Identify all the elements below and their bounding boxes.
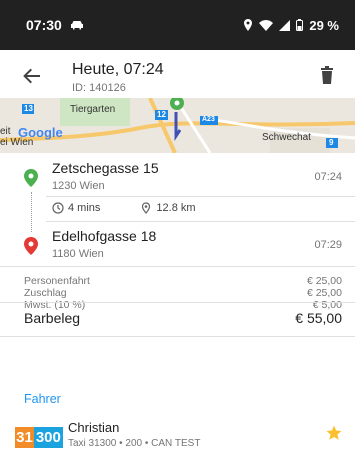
divider [0, 266, 355, 267]
map-badge-a23: A23 [202, 116, 215, 123]
google-logo: Google [18, 125, 63, 140]
route-map[interactable]: 13 12 A23 9 Tiergarten Schwechat eit ei … [0, 98, 355, 153]
price-label: Personenfahrt [24, 275, 90, 287]
trash-icon[interactable] [319, 66, 335, 84]
price-value: € 25,00 [306, 275, 342, 287]
price-row: Zuschlag € 25,00 [24, 287, 342, 299]
car-icon [70, 21, 83, 30]
map-label-schwechat: Schwechat [262, 132, 311, 143]
map-badge-12: 12 [157, 110, 166, 119]
trip-distance: 12.8 km [156, 202, 196, 214]
pickup-pin-icon [24, 169, 38, 187]
back-arrow-icon[interactable] [22, 66, 42, 86]
page-title: Heute, 07:24 [72, 61, 164, 78]
status-time: 07:30 [26, 17, 62, 33]
map-badge-9: 9 [329, 138, 334, 147]
taxi-logo: 31 300 [15, 423, 63, 451]
price-label: Zuschlag [24, 287, 67, 299]
divider [0, 302, 355, 303]
driver-section-title: Fahrer [24, 392, 61, 406]
trip-meta: 4 mins 12.8 km [52, 202, 196, 214]
battery-percent: 29 % [309, 17, 339, 33]
driver-details: Taxi 31300 • 200 • CAN TEST [68, 438, 201, 449]
price-row: Personenfahrt € 25,00 [24, 275, 342, 287]
price-value: € 25,00 [306, 287, 342, 299]
divider [0, 336, 355, 337]
dropoff-time: 07:29 [314, 239, 342, 251]
driver-card[interactable]: 31 300 Christian Taxi 31300 • 200 • CAN T… [0, 414, 355, 459]
status-bar: 07:30 29 % [0, 0, 355, 50]
ride-id: ID: 140126 [72, 82, 126, 94]
driver-name: Christian [68, 420, 120, 435]
pickup-city: 1230 Wien [52, 180, 105, 192]
app-header: Heute, 07:24 ID: 140126 [0, 50, 355, 98]
dropoff-city: 1180 Wien [52, 248, 104, 260]
location-icon [244, 19, 253, 31]
taxi-logo-part1: 31 [15, 426, 34, 448]
total-label: Barbeleg [24, 310, 81, 326]
clock-icon [52, 202, 64, 214]
wifi-icon [259, 19, 274, 31]
map-badge-13: 13 [24, 104, 33, 113]
pickup-time: 07:24 [314, 171, 342, 183]
pickup-stop[interactable]: Zetschegasse 15 1230 Wien 07:24 [0, 160, 355, 194]
dropoff-pin-icon [24, 237, 38, 255]
divider [46, 196, 355, 197]
dropoff-address: Edelhofgasse 18 [52, 228, 157, 244]
total-value: € 55,00 [295, 310, 342, 326]
map-label-eit: eit [0, 126, 11, 137]
distance-icon [142, 202, 151, 214]
pickup-address: Zetschegasse 15 [52, 160, 159, 176]
trip-duration: 4 mins [68, 202, 101, 214]
price-breakdown: Personenfahrt € 25,00 Zuschlag € 25,00 M… [24, 275, 342, 311]
total-row: Barbeleg € 55,00 [24, 310, 342, 330]
dropoff-stop[interactable]: Edelhofgasse 18 1180 Wien 07:29 [0, 228, 355, 262]
battery-icon [296, 19, 304, 31]
divider [46, 221, 355, 222]
signal-icon [279, 19, 291, 31]
route-connector [31, 192, 32, 232]
star-icon[interactable] [325, 424, 343, 442]
map-label-tiergarten: Tiergarten [70, 104, 116, 115]
taxi-logo-part2: 300 [33, 426, 63, 448]
